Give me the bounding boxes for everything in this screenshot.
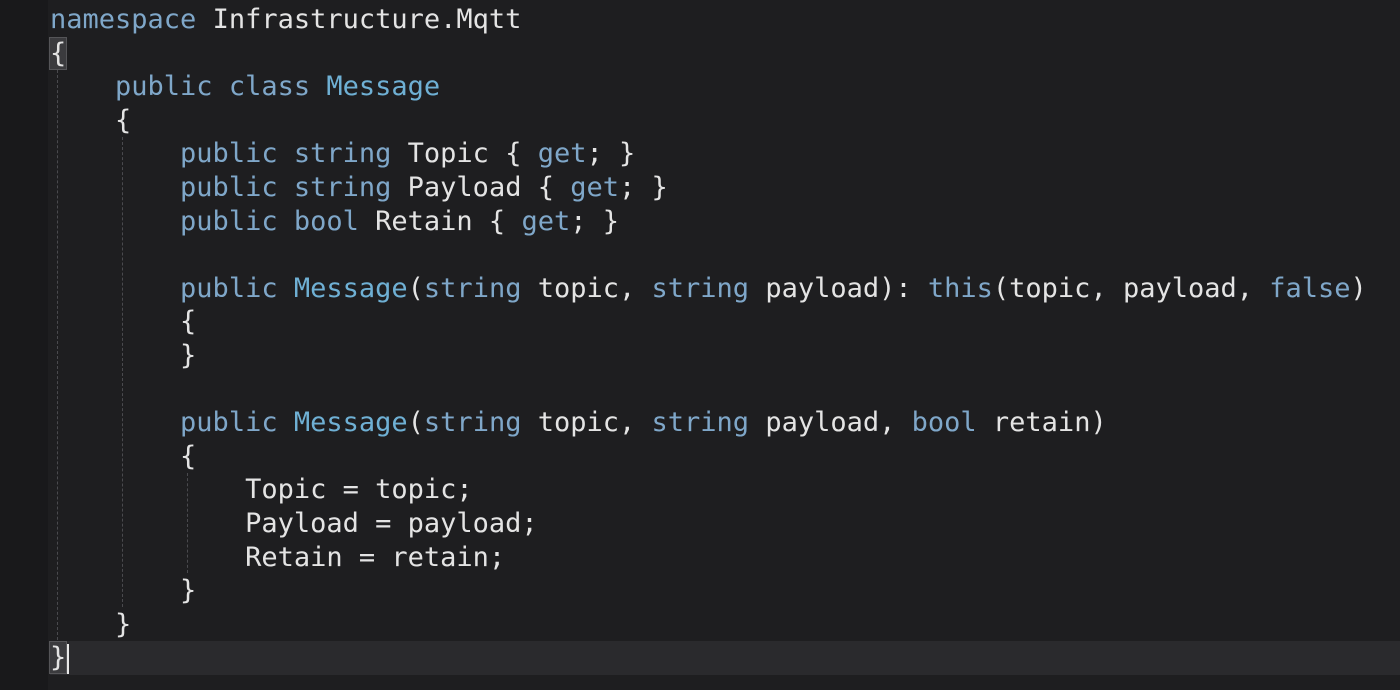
code-token: topic,: [521, 272, 652, 304]
code-token: ; }: [570, 205, 620, 237]
code-token: {: [50, 440, 197, 472]
code-token: topic,: [521, 407, 652, 439]
code-line[interactable]: {: [50, 440, 1400, 474]
code-token: }: [50, 608, 132, 640]
code-token: Message: [326, 71, 441, 103]
code-token: Topic {: [391, 138, 538, 170]
code-line[interactable]: public string Topic { get; }: [50, 137, 1400, 171]
code-line[interactable]: public bool Retain { get; }: [50, 205, 1400, 239]
code-token: public: [180, 205, 278, 237]
code-line[interactable]: public Message(string topic, string payl…: [50, 406, 1400, 440]
code-token: payload):: [749, 272, 928, 304]
code-line[interactable]: Payload = payload;: [50, 507, 1400, 541]
code-token: false: [1269, 272, 1351, 304]
text-cursor: [67, 643, 70, 674]
code-token: Topic = topic;: [50, 474, 473, 506]
matched-brace: }: [48, 641, 68, 675]
code-text-area[interactable]: namespace Infrastructure.Mqtt{ public cl…: [48, 3, 1400, 675]
code-line[interactable]: public class Message: [50, 70, 1400, 104]
code-token: string: [423, 407, 522, 439]
code-token: namespace: [50, 4, 197, 35]
code-line[interactable]: Topic = topic;: [50, 473, 1400, 507]
code-token: Message: [293, 407, 408, 439]
code-token: (: [407, 272, 424, 304]
code-token: class: [228, 71, 311, 103]
code-token: public: [115, 71, 213, 103]
code-token: public: [180, 138, 278, 170]
code-token: payload,: [749, 407, 912, 439]
code-line[interactable]: {: [48, 36, 1400, 71]
code-token: }: [50, 339, 197, 371]
code-line[interactable]: [50, 238, 1400, 272]
editor-gutter: [0, 0, 48, 690]
code-token: {: [50, 306, 197, 338]
code-line[interactable]: public string Payload { get; }: [50, 171, 1400, 205]
matched-brace: {: [48, 36, 68, 70]
code-line[interactable]: }: [50, 608, 1400, 642]
code-token: Retain = retain;: [50, 541, 506, 573]
code-token: Infrastructure.Mqtt: [196, 4, 522, 35]
code-token: this: [927, 272, 993, 304]
code-token: (: [407, 407, 424, 439]
code-token: (topic, payload,: [992, 272, 1270, 304]
code-token: string: [293, 171, 392, 203]
code-line[interactable]: {: [50, 305, 1400, 339]
code-token: Payload = payload;: [50, 507, 538, 539]
code-token: Payload {: [391, 171, 571, 203]
code-token: public: [180, 407, 278, 439]
code-token: Retain {: [358, 205, 522, 237]
code-token: ): [1350, 272, 1367, 304]
code-token: string: [293, 138, 392, 170]
code-token: bool: [911, 407, 977, 439]
code-line[interactable]: }: [48, 641, 1400, 675]
code-token: retain): [976, 407, 1107, 439]
code-token: public: [180, 171, 278, 203]
code-token: get: [537, 138, 587, 170]
code-line[interactable]: Retain = retain;: [50, 541, 1400, 575]
code-line[interactable]: }: [50, 339, 1400, 373]
code-token: bool: [293, 205, 359, 237]
code-token: }: [50, 575, 197, 607]
code-token: string: [651, 407, 750, 439]
code-line[interactable]: {: [50, 104, 1400, 138]
code-token: Message: [293, 272, 408, 304]
code-editor[interactable]: namespace Infrastructure.Mqtt{ public cl…: [0, 0, 1400, 690]
code-token: ; }: [586, 138, 636, 170]
code-token: {: [50, 104, 132, 136]
code-line[interactable]: }: [50, 574, 1400, 608]
code-token: string: [651, 272, 750, 304]
code-token: string: [423, 272, 522, 304]
code-token: public: [180, 272, 278, 304]
code-line[interactable]: namespace Infrastructure.Mqtt: [50, 3, 1400, 37]
code-line[interactable]: [50, 373, 1400, 407]
code-token: get: [521, 205, 571, 237]
code-line[interactable]: public Message(string topic, string payl…: [50, 272, 1400, 306]
code-token: get: [570, 171, 619, 203]
code-token: ; }: [619, 171, 668, 203]
